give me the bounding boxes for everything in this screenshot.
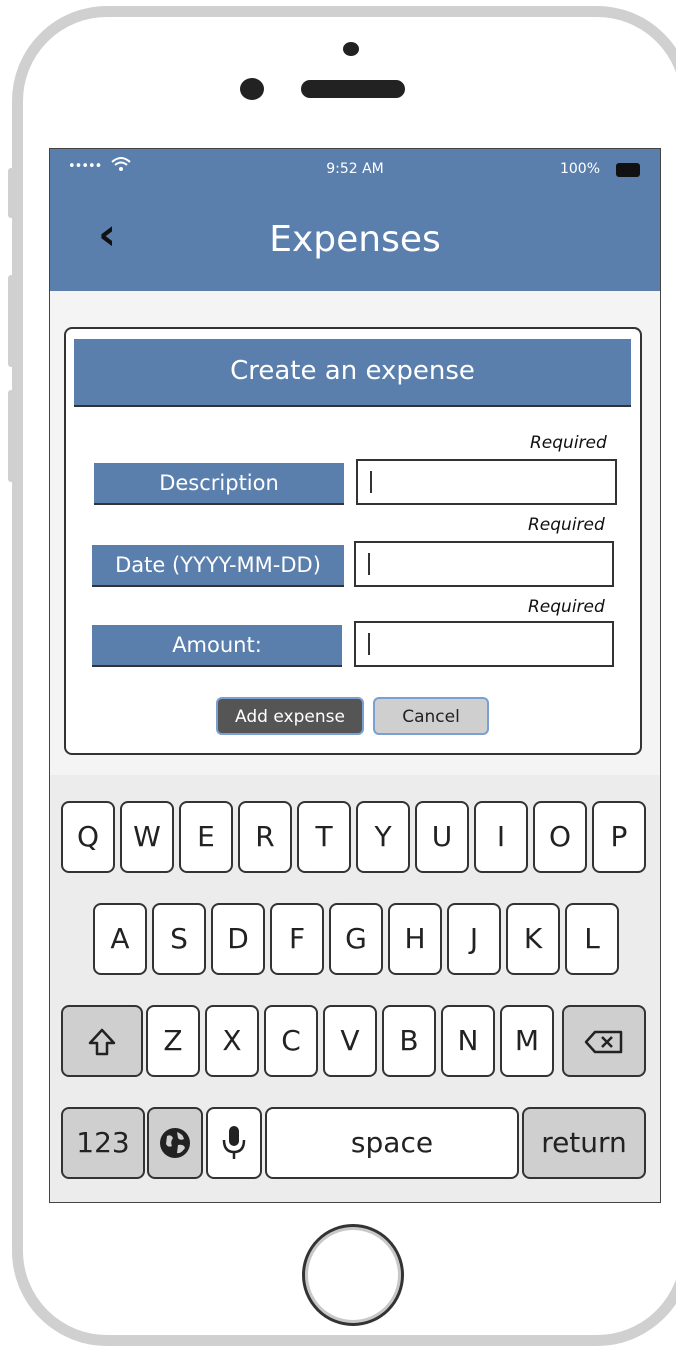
key-i[interactable]: I <box>474 801 528 873</box>
key-c[interactable]: C <box>264 1005 318 1077</box>
key-l[interactable]: L <box>565 903 619 975</box>
key-f[interactable]: F <box>270 903 324 975</box>
key-z[interactable]: Z <box>146 1005 200 1077</box>
key-w[interactable]: W <box>120 801 174 873</box>
text-caret <box>368 553 370 575</box>
add-expense-button[interactable]: Add expense <box>216 697 364 735</box>
dialog-title: Create an expense <box>74 339 631 407</box>
key-r[interactable]: R <box>238 801 292 873</box>
key-j[interactable]: J <box>447 903 501 975</box>
key-o[interactable]: O <box>533 801 587 873</box>
microphone-icon[interactable] <box>206 1107 262 1179</box>
page-title: Expenses <box>269 219 441 260</box>
screen: ••••• 9:52 AM 100% ‹ Expenses Create an … <box>49 148 661 1203</box>
key-u[interactable]: U <box>415 801 469 873</box>
proximity-sensor <box>240 78 264 100</box>
description-label: Description <box>94 463 344 505</box>
status-bar: ••••• 9:52 AM 100% <box>50 149 660 191</box>
globe-icon[interactable] <box>147 1107 203 1179</box>
key-d[interactable]: D <box>211 903 265 975</box>
space-key[interactable]: space <box>265 1107 519 1179</box>
home-button[interactable] <box>302 1224 404 1326</box>
key-y[interactable]: Y <box>356 801 410 873</box>
key-v[interactable]: V <box>323 1005 377 1077</box>
backspace-icon[interactable] <box>562 1005 646 1077</box>
front-camera <box>343 42 359 56</box>
battery-percent: 100% <box>559 161 600 177</box>
amount-label: Amount: <box>92 625 342 667</box>
numbers-key[interactable]: 123 <box>61 1107 145 1179</box>
keyboard: Q W E R T Y U I O P A S D F G H J K L Z … <box>50 775 660 1202</box>
key-k[interactable]: K <box>506 903 560 975</box>
key-q[interactable]: Q <box>61 801 115 873</box>
key-a[interactable]: A <box>93 903 147 975</box>
description-input[interactable] <box>356 459 617 505</box>
key-m[interactable]: M <box>500 1005 554 1077</box>
text-caret <box>370 471 372 493</box>
required-hint: Required <box>530 433 607 453</box>
shift-icon[interactable] <box>61 1005 143 1077</box>
required-hint: Required <box>528 597 605 617</box>
required-hint: Required <box>528 515 605 535</box>
earpiece-speaker <box>301 80 405 98</box>
date-input[interactable] <box>354 541 614 587</box>
key-s[interactable]: S <box>152 903 206 975</box>
nav-bar: ‹ Expenses <box>50 191 660 291</box>
return-key[interactable]: return <box>522 1107 646 1179</box>
key-b[interactable]: B <box>382 1005 436 1077</box>
key-h[interactable]: H <box>388 903 442 975</box>
text-caret <box>368 633 370 655</box>
amount-input[interactable] <box>354 621 614 667</box>
date-label: Date (YYYY-MM-DD) <box>92 545 344 587</box>
key-g[interactable]: G <box>329 903 383 975</box>
key-e[interactable]: E <box>179 801 233 873</box>
key-p[interactable]: P <box>592 801 646 873</box>
create-expense-dialog: Create an expense Required Description R… <box>64 327 642 755</box>
battery-icon <box>616 163 640 177</box>
key-t[interactable]: T <box>297 801 351 873</box>
key-x[interactable]: X <box>205 1005 259 1077</box>
key-n[interactable]: N <box>441 1005 495 1077</box>
cancel-button[interactable]: Cancel <box>373 697 489 735</box>
